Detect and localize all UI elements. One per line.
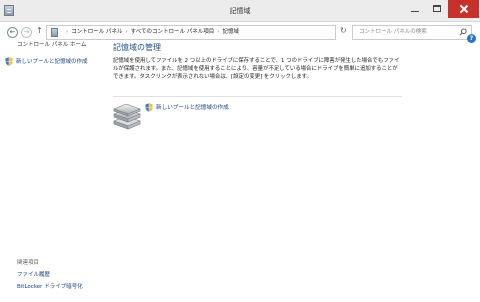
breadcrumb-control-panel[interactable]: コントロール パネル [71,29,122,35]
breadcrumb-separator-icon: › [125,29,128,35]
sidebar-create-pool-link[interactable]: 新しいプールと記憶域の作成 [5,57,88,67]
title-bar: 記憶域 [0,0,480,22]
breadcrumb-separator-icon: › [217,29,220,35]
maximize-button[interactable] [426,0,448,18]
close-button[interactable] [448,0,479,18]
shield-icon [145,103,153,112]
breadcrumb: › コントロール パネル › すべてのコントロール パネル項目 › 記憶域 [63,26,239,39]
refresh-icon[interactable]: ↻ [340,26,347,35]
storage-drives-icon [113,104,141,130]
page-description: 記憶域を使用してファイルを 2 つ以上のドライブに保存することで、1 つのドライ… [113,58,400,80]
divider [113,96,402,97]
file-history-link[interactable]: ファイル履歴 [17,270,50,278]
forward-button[interactable]: → [21,27,32,38]
create-pool-link[interactable]: 新しいプールと記憶域の作成 [145,103,229,112]
help-icon[interactable]: ? [467,34,476,43]
create-pool-link-label: 新しいプールと記憶域の作成 [156,105,229,111]
sidebar-home-link[interactable]: コントロール パネル ホーム [17,40,86,48]
search-placeholder: コントロール パネルの検索 [359,29,427,35]
related-heading: 関連項目 [17,260,40,266]
bitlocker-link[interactable]: BitLocker ドライブ暗号化 [17,282,83,290]
minimize-button[interactable] [404,0,426,18]
breadcrumb-all-items[interactable]: すべてのコントロール パネル項目 [131,29,215,35]
back-button[interactable]: ← [7,27,18,38]
shield-icon [5,57,13,66]
address-bar[interactable]: ›コントロール パネル›すべてのコントロール パネル項目›記憶域 ▾ [46,25,381,40]
control-panel-icon [51,28,58,37]
page-title: 記憶域の管理 [113,43,161,52]
breadcrumb-storage-spaces[interactable]: 記憶域 [223,29,240,35]
breadcrumb-separator-icon: › [66,29,69,35]
sidebar-task-label: 新しいプールと記憶域の作成 [16,59,88,65]
up-button[interactable]: ↑ [36,26,43,35]
search-input[interactable]: コントロール パネルの検索 [352,25,472,40]
search-icon[interactable] [459,28,467,36]
